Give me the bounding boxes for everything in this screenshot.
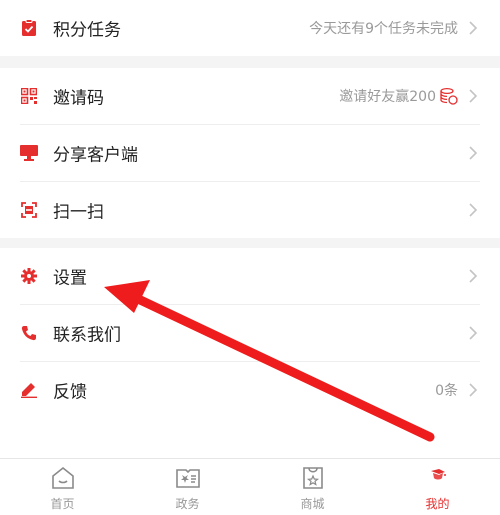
qr-code-icon [20,87,38,105]
menu-label: 分享客户端 [53,145,138,166]
menu-item-share-client[interactable]: 分享客户端 [0,125,500,181]
menu-label: 扫一扫 [53,202,104,223]
bottom-tab-bar: 首页 政务 商城 我的 [0,458,500,515]
menu-item-invite-code[interactable]: 邀请码 邀请好友赢200 [0,68,500,124]
gear-icon [20,267,38,285]
shopping-bag-icon [302,467,323,489]
tab-label: 政务 [175,497,200,511]
chevron-right-icon [469,89,478,103]
monitor-icon [20,144,38,162]
menu-label: 设置 [53,268,87,289]
chevron-right-icon [469,146,478,160]
chevron-right-icon [469,326,478,340]
coin-stack-icon [440,87,458,105]
menu-item-contact-us[interactable]: 联系我们 [0,305,500,361]
invite-reward-text: 邀请好友赢200 [339,89,436,105]
edit-pencil-icon [20,381,38,399]
chevron-right-icon [469,383,478,397]
tab-mine[interactable]: 我的 [375,459,500,515]
chevron-right-icon [469,269,478,283]
menu-label: 积分任务 [53,20,121,41]
clipboard-check-icon [20,19,38,37]
scan-icon [20,201,38,219]
tab-label: 我的 [425,497,450,511]
chevron-right-icon [469,203,478,217]
menu-label: 联系我们 [53,325,121,346]
chevron-right-icon [469,21,478,35]
section-gap [0,56,500,68]
government-affairs-icon [175,469,200,488]
tab-government[interactable]: 政务 [125,459,250,515]
tab-mall[interactable]: 商城 [250,459,375,515]
menu-item-settings[interactable]: 设置 [0,248,500,304]
menu-label: 反馈 [53,382,87,403]
profile-icon [430,469,446,480]
menu-item-points-task[interactable]: 积分任务 今天还有9个任务未完成 [0,0,500,56]
tab-label: 首页 [50,497,75,511]
menu-item-feedback[interactable]: 反馈 0条 [0,362,500,418]
phone-icon [20,324,38,342]
section-gap [0,238,500,248]
task-remaining-text: 今天还有9个任务未完成 [309,21,458,37]
home-icon [51,466,74,489]
feedback-count-text: 0条 [435,383,458,399]
menu-label: 邀请码 [53,88,104,109]
tab-label: 商城 [300,497,325,511]
menu-item-scan[interactable]: 扫一扫 [0,182,500,238]
tab-home[interactable]: 首页 [0,459,125,515]
